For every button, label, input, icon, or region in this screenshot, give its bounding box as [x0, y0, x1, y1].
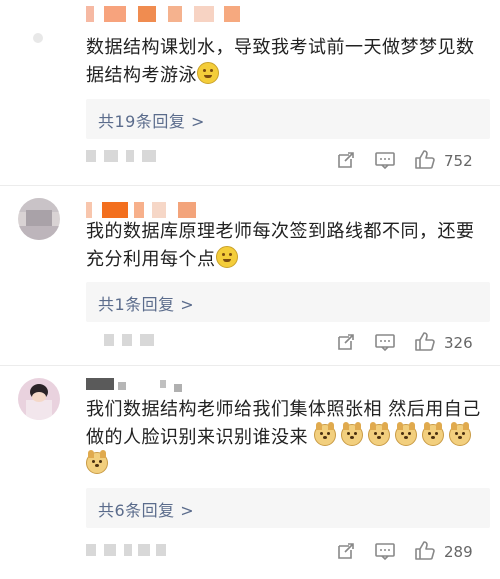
action-row: 289	[336, 541, 486, 565]
like-count: 326	[444, 334, 473, 352]
comment-text: 我们数据结构老师给我们集体照张相 然后用自己做的人脸识别来识别谁没来	[86, 396, 490, 480]
comment-button[interactable]	[374, 541, 396, 565]
comment-button[interactable]	[374, 332, 396, 356]
reply-preview: 共19条回复 >	[86, 99, 490, 139]
username[interactable]	[86, 374, 196, 394]
repost-icon	[338, 152, 354, 168]
comment-item: 我的数据库原理老师每次签到路线都不同，还要充分利用每个点 共1条回复 > 326	[0, 186, 500, 366]
repost-button[interactable]	[336, 150, 356, 174]
comment-icon	[375, 543, 395, 561]
thumbs-up-icon	[415, 541, 435, 560]
action-row: 326	[336, 332, 486, 356]
repost-icon	[338, 334, 354, 350]
crying-laughing-face-icon	[215, 246, 238, 268]
like-button[interactable]: 326	[414, 332, 486, 356]
like-count: 752	[444, 152, 473, 170]
thumbs-up-icon	[415, 150, 435, 169]
view-replies-link[interactable]: 共19条回复 >	[98, 108, 205, 132]
comment-button[interactable]	[374, 150, 396, 174]
comment-body: 我的数据库原理老师每次签到路线都不同，还要充分利用每个点	[86, 221, 475, 270]
action-row: 752	[336, 150, 486, 174]
repost-button[interactable]	[336, 541, 356, 565]
avatar[interactable]	[18, 18, 60, 60]
comment-text: 我的数据库原理老师每次签到路线都不同，还要充分利用每个点	[86, 218, 490, 274]
avatar[interactable]	[18, 378, 60, 420]
thumbs-up-icon	[415, 332, 435, 351]
comment-text: 数据结构课划水，导致我考试前一天做梦梦见数据结构考游泳	[86, 34, 490, 90]
username[interactable]	[86, 6, 246, 26]
comment-item: 我们数据结构老师给我们集体照张相 然后用自己做的人脸识别来识别谁没来 共6条回复…	[0, 366, 500, 579]
doge-face-icon	[314, 422, 337, 446]
avatar[interactable]	[18, 198, 60, 240]
comment-icon	[375, 334, 395, 352]
smiling-face-icon	[197, 62, 219, 84]
repost-button[interactable]	[336, 332, 356, 356]
like-count: 289	[444, 543, 473, 561]
comment-body: 数据结构课划水，导致我考试前一天做梦梦见数据结构考游泳	[86, 37, 475, 86]
doge-face-icon	[86, 450, 108, 474]
view-replies-link[interactable]: 共1条回复 >	[98, 291, 194, 315]
reply-preview: 共1条回复 >	[86, 282, 490, 322]
comment-meta	[86, 544, 176, 562]
doge-face-icon	[449, 422, 472, 446]
comment-item: 数据结构课划水，导致我考试前一天做梦梦见数据结构考游泳 共19条回复 > 752	[0, 0, 500, 185]
like-button[interactable]: 752	[414, 150, 486, 174]
like-button[interactable]: 289	[414, 541, 486, 565]
comment-meta	[86, 150, 176, 168]
view-replies-link[interactable]: 共6条回复 >	[98, 497, 194, 521]
comment-icon	[375, 152, 395, 170]
doge-face-icon	[341, 422, 364, 446]
comment-meta	[104, 334, 174, 352]
doge-face-icon	[422, 422, 445, 446]
repost-icon	[338, 543, 354, 559]
doge-face-icon	[395, 422, 418, 446]
doge-face-icon	[368, 422, 391, 446]
reply-preview: 共6条回复 >	[86, 488, 490, 528]
